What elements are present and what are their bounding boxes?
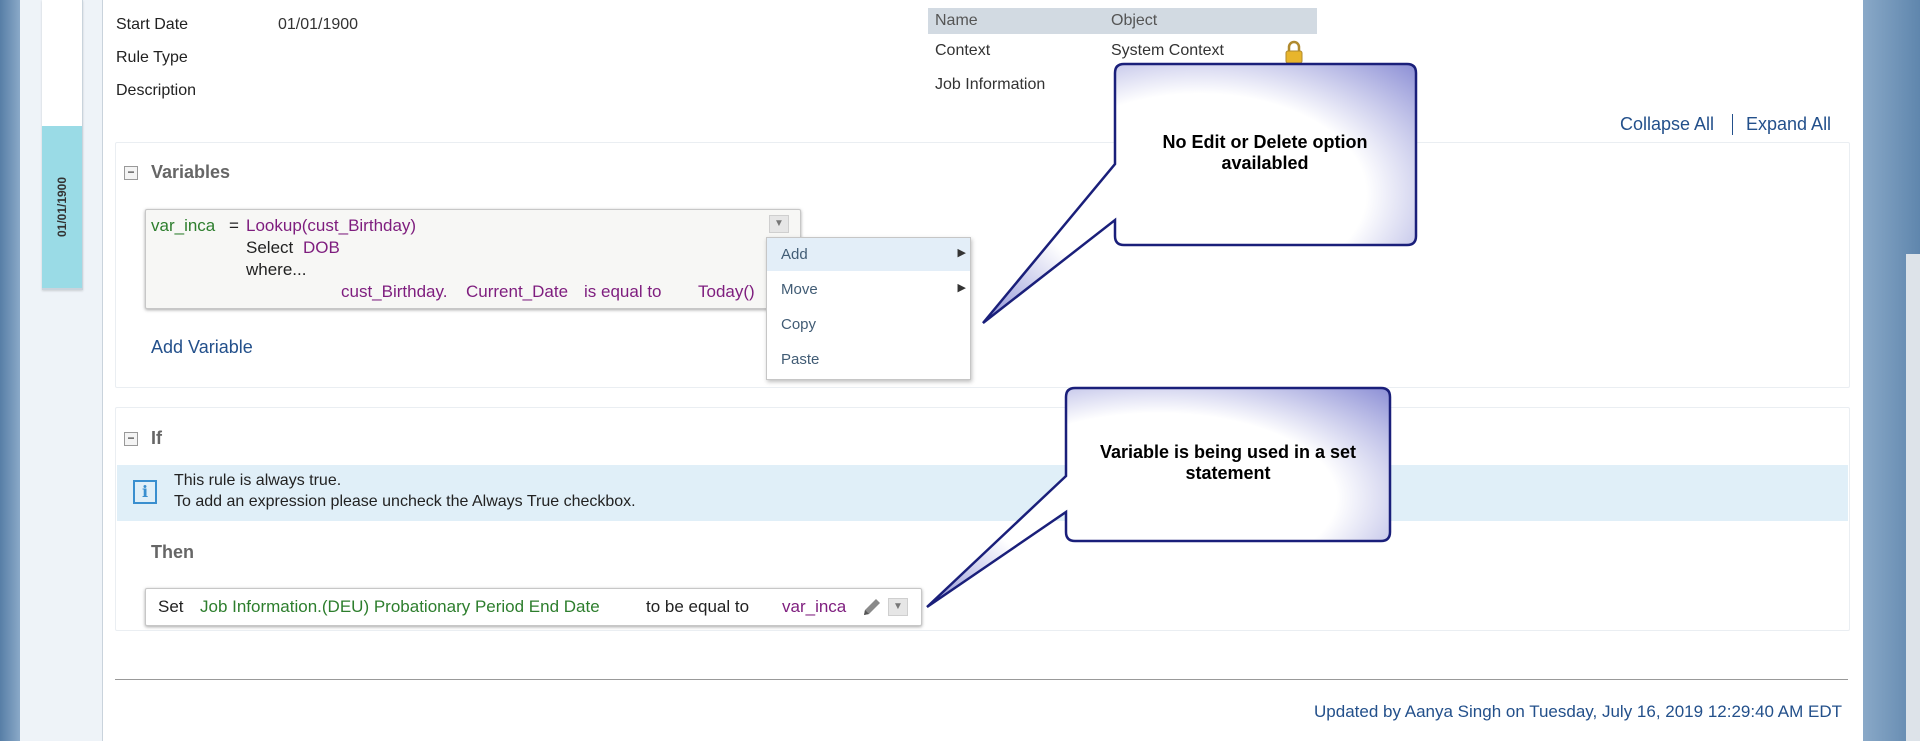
callout-top-shape [982,62,1418,324]
callout-bottom-text: Variable is being used in a set statemen… [1099,442,1357,483]
callout-bottom-shape [926,386,1392,609]
callout-top-text: No Edit or Delete option availabled [1162,132,1368,173]
callouts-layer [926,62,1418,609]
